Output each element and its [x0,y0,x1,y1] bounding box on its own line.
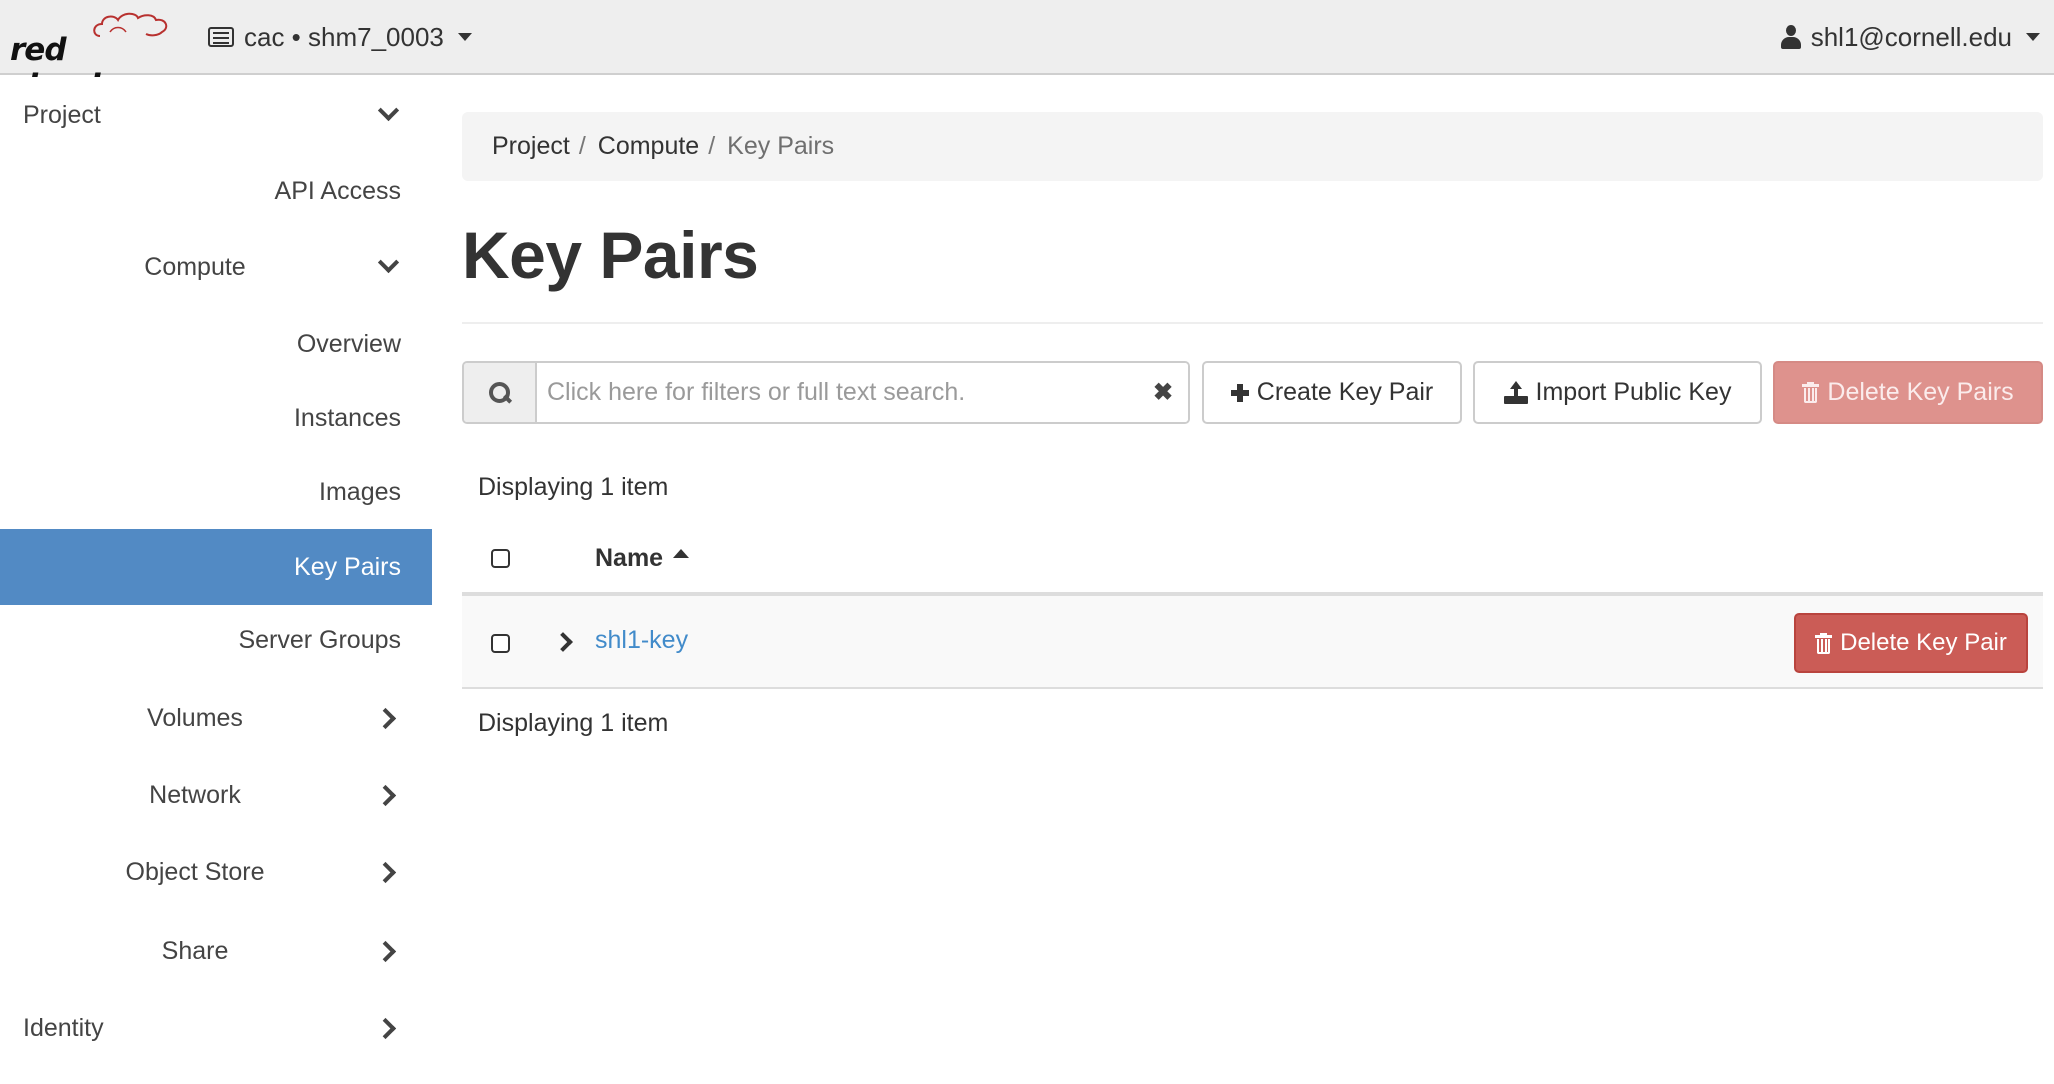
chevron-right-icon [378,861,398,881]
upload-icon [1503,380,1528,405]
sidebar-item-key-pairs[interactable]: Key Pairs [0,529,432,605]
breadcrumb-separator: / [708,132,716,160]
table-row: shl1-key Delete Key Pair [462,596,2043,689]
user-icon [1780,25,1801,49]
trash-icon [1815,632,1833,654]
sidebar-item-project[interactable]: Project [0,77,432,153]
filter-search-box: ✖ [462,361,1190,424]
table-toolbar: ✖ Create Key Pair Import Public Key Dele… [462,361,2043,424]
sidebar-item-label: Volumes [147,703,243,732]
title-divider [462,322,2043,324]
chevron-right-icon [378,1017,398,1037]
sidebar-nav: Project API Access Compute Overview Inst… [0,77,432,1084]
sidebar-item-label: Server Groups [238,625,401,654]
breadcrumb: Project / Compute / Key Pairs [462,112,2043,181]
page-title: Key Pairs [462,218,759,292]
sidebar-item-instances[interactable]: Instances [0,380,432,456]
row-select-checkbox[interactable] [491,634,510,653]
sidebar-item-label: Key Pairs [294,552,401,581]
caret-down-icon [2026,33,2040,41]
sidebar-item-label: Share [161,936,229,965]
search-icon [488,381,512,405]
item-count-bottom: Displaying 1 item [478,709,669,737]
breadcrumb-compute[interactable]: Compute [598,132,699,161]
breadcrumb-key-pairs: Key Pairs [727,132,835,160]
table-header: Name [462,522,2043,596]
delete-key-pairs-label: Delete Key Pairs [1827,378,2014,406]
sidebar-item-label: Identity [23,1013,104,1042]
project-selector-dropdown[interactable]: cac • shm7_0003 [208,18,472,56]
chevron-right-icon[interactable] [556,632,574,652]
user-menu-label: shl1@cornell.edu [1810,21,2012,52]
caret-down-icon [457,33,472,41]
sidebar-item-share[interactable]: Share [0,913,432,989]
clear-search-icon[interactable]: ✖ [1138,363,1188,422]
sidebar-item-volumes[interactable]: Volumes [0,680,432,756]
sidebar-item-label: Images [319,477,401,506]
delete-key-pairs-button[interactable]: Delete Key Pairs [1773,361,2043,424]
user-menu-dropdown[interactable]: shl1@cornell.edu [1780,18,2040,56]
sidebar-item-object-store[interactable]: Object Store [0,834,432,910]
sidebar-item-network[interactable]: Network [0,757,432,833]
breadcrumb-project[interactable]: Project [492,132,570,161]
item-count-top: Displaying 1 item [478,473,669,501]
import-public-key-button[interactable]: Import Public Key [1473,361,1762,424]
search-input[interactable] [537,363,1138,422]
column-header-name[interactable]: Name [595,544,690,573]
select-all-checkbox[interactable] [491,549,510,568]
create-key-pair-button[interactable]: Create Key Pair [1202,361,1462,424]
key-pairs-table: Name shl1-key Delete Key Pair [462,522,2043,689]
create-key-pair-label: Create Key Pair [1256,378,1434,406]
sidebar-item-label: API Access [274,176,401,205]
sidebar-item-label: Instances [293,403,401,432]
sidebar-item-server-groups[interactable]: Server Groups [0,602,432,678]
sidebar-item-label: Network [149,780,241,809]
column-header-label: Name [595,544,664,572]
project-list-icon [208,27,234,47]
trash-icon [1802,382,1820,403]
sidebar-item-label: Overview [296,329,401,358]
chevron-right-icon [378,707,398,727]
top-navbar: red cloud cac • shm7_0003 shl1@cornell.e… [0,0,2054,104]
sidebar-item-label: Compute [144,252,246,281]
search-addon[interactable] [464,363,537,422]
project-selector-label: cac • shm7_0003 [244,21,444,52]
sidebar-item-compute[interactable]: Compute [0,229,432,305]
delete-key-pair-button[interactable]: Delete Key Pair [1794,613,2028,673]
plus-icon [1230,383,1249,402]
sidebar-item-api-access[interactable]: API Access [0,153,432,229]
sidebar-item-images[interactable]: Images [0,454,432,530]
key-pair-name-link[interactable]: shl1-key [595,626,688,655]
sort-ascending-icon [673,549,690,558]
sidebar-item-overview[interactable]: Overview [0,306,432,382]
breadcrumb-separator: / [578,132,586,160]
sidebar-item-identity[interactable]: Identity [0,990,432,1066]
import-public-key-label: Import Public Key [1535,378,1732,406]
chevron-down-icon [378,255,398,275]
chevron-right-icon [378,940,398,960]
sidebar-item-label: Project [23,100,101,129]
chevron-down-icon [378,103,398,123]
red-cloud-logo[interactable]: red cloud [10,10,168,104]
chevron-right-icon [378,784,398,804]
sidebar-item-label: Object Store [125,857,265,886]
delete-key-pair-label: Delete Key Pair [1840,629,2007,656]
